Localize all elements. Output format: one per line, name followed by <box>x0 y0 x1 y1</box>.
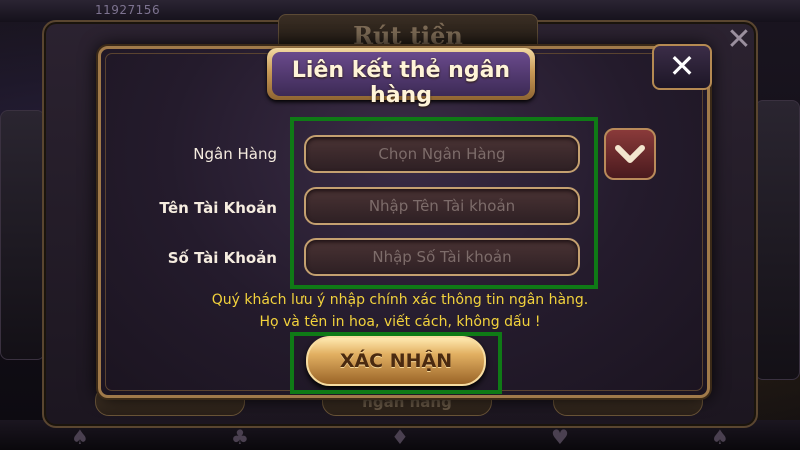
account-number-input[interactable] <box>306 240 578 274</box>
chevron-down-icon <box>615 145 645 163</box>
account-number-field[interactable] <box>304 238 580 276</box>
club-icon: ♣ <box>231 425 249 449</box>
bank-select-input[interactable] <box>306 137 578 171</box>
confirm-button[interactable] <box>306 336 486 386</box>
account-name-label: Tên Tài Khoản <box>159 199 277 217</box>
diamond-icon: ♦ <box>391 425 409 449</box>
spade-icon: ♠ <box>711 425 729 449</box>
close-button[interactable]: ✕ <box>652 44 712 90</box>
account-number-label: Số Tài Khoản <box>167 249 277 267</box>
account-name-input[interactable] <box>306 189 578 223</box>
bank-label: Ngân Hàng <box>193 145 277 163</box>
jackpot-counter: 11927156 <box>95 3 161 17</box>
bank-dropdown-button[interactable] <box>604 128 656 180</box>
bank-select-field[interactable] <box>304 135 580 173</box>
game-tile-left <box>0 110 45 360</box>
notice-line-1: Quý khách lưu ý nhập chính xác thông tin… <box>211 292 589 308</box>
spade-icon: ♠ <box>71 425 89 449</box>
heart-icon: ♥ <box>551 425 569 449</box>
close-icon: ✕ <box>668 47 696 85</box>
notice-line-2: Họ và tên in hoa, viết cách, không dấu ! <box>259 314 541 330</box>
game-tile-right <box>755 100 800 380</box>
account-name-field[interactable] <box>304 187 580 225</box>
dialog-title: Liên kết thẻ ngân hàng <box>291 58 511 108</box>
withdraw-close-icon[interactable]: ✕ <box>714 20 764 60</box>
